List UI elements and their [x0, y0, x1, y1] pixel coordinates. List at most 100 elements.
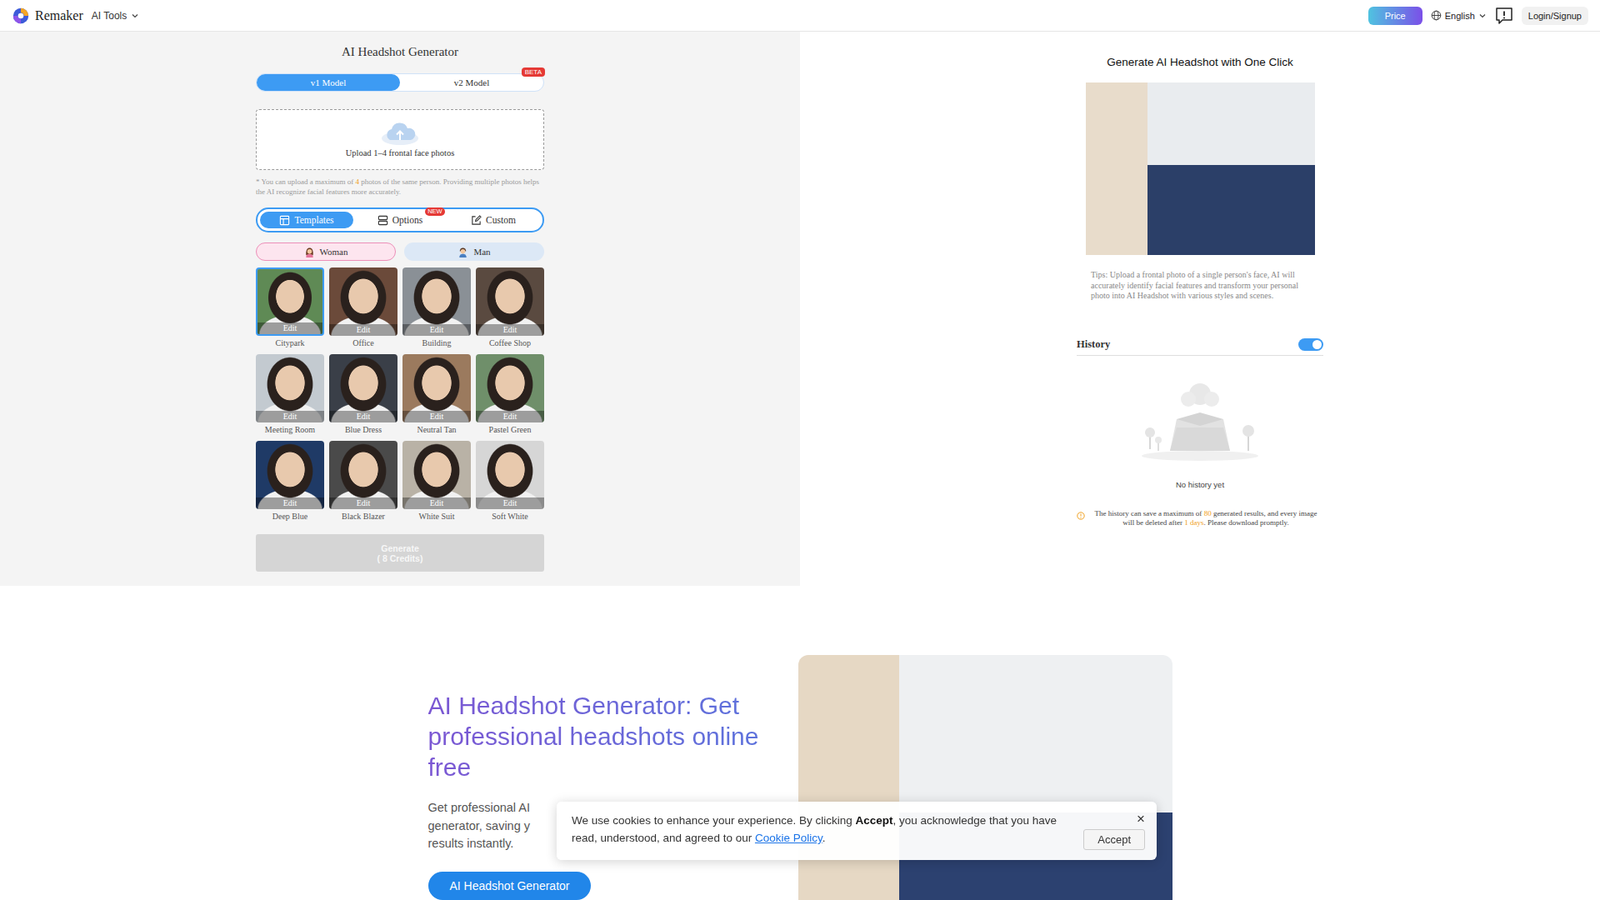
- upload-label: Upload 1–4 frontal face photos: [345, 148, 455, 158]
- generate-label: Generate: [380, 543, 420, 554]
- cookie-actions: × Accept: [1083, 811, 1145, 850]
- price-button[interactable]: Price: [1368, 6, 1423, 25]
- template-name: Coffee Shop: [489, 337, 531, 350]
- page: Remaker AI Tools Price English Login/Signup A…: [0, 0, 1600, 900]
- edit-label[interactable]: Edit: [257, 322, 323, 335]
- template-photo[interactable]: Edit: [255, 440, 325, 510]
- model-option[interactable]: v2 ModelBETA: [400, 74, 544, 91]
- edit-label[interactable]: Edit: [475, 497, 545, 510]
- template-card[interactable]: EditDeep Blue: [255, 440, 325, 523]
- template-card[interactable]: EditSoft White: [475, 440, 545, 523]
- cookie-text-part: .: [822, 831, 826, 845]
- remaker-logo-icon[interactable]: [11, 6, 30, 25]
- edit-label[interactable]: Edit: [475, 410, 545, 423]
- template-card[interactable]: EditNeutral Tan: [402, 354, 471, 436]
- edit-label[interactable]: Edit: [255, 410, 325, 423]
- template-card[interactable]: EditOffice: [329, 267, 398, 350]
- template-photo[interactable]: Edit: [402, 440, 471, 510]
- cookie-bold: Accept: [855, 814, 893, 827]
- template-photo[interactable]: Edit: [255, 354, 325, 423]
- tips-text: Tips: Upload a frontal photo of a single…: [1090, 270, 1310, 302]
- mode-tab[interactable]: Templates: [260, 211, 354, 229]
- model-label: v2 Model: [454, 77, 490, 88]
- template-name: Building: [421, 337, 451, 350]
- generator-area: AI Headshot Generatorv1 Modelv2 ModelBET…: [0, 31, 1600, 586]
- woman-icon: [304, 246, 315, 258]
- mode-label-wrap: OptionsNEW: [392, 215, 423, 225]
- edit-label[interactable]: Edit: [402, 497, 471, 510]
- cookie-accept-button[interactable]: Accept: [1083, 829, 1145, 850]
- template-photo[interactable]: Edit: [402, 267, 471, 336]
- note-text: The history can save a maximum of: [1094, 509, 1204, 518]
- template-card[interactable]: EditBuilding: [402, 267, 471, 350]
- edit-label[interactable]: Edit: [402, 324, 471, 336]
- cookie-close-button[interactable]: ×: [1136, 811, 1145, 826]
- no-history-text: No history yet: [1175, 480, 1225, 490]
- brand-name[interactable]: Remaker: [35, 8, 84, 24]
- edit-label[interactable]: Edit: [329, 497, 398, 510]
- template-card[interactable]: EditBlue Dress: [329, 354, 398, 436]
- preview-panel: Generate AI Headshot with One ClickTips:…: [800, 31, 1600, 586]
- generate-button[interactable]: Generate( 8 Credits): [255, 534, 545, 572]
- hero-text: AI Headshot Generator: Getprofessional h…: [428, 655, 795, 900]
- hero-title: AI Headshot Generator: Getprofessional h…: [428, 690, 760, 783]
- edit-label[interactable]: Edit: [475, 324, 545, 336]
- cookie-text-part: We use cookies to enhance your experienc…: [571, 814, 855, 827]
- hero-paragraph: Get professional AIgenerator, saving yre…: [428, 799, 531, 854]
- template-photo[interactable]: Edit: [329, 440, 398, 510]
- ai-tools-menu[interactable]: AI Tools: [91, 10, 140, 22]
- hero-text-line: results instantly.: [428, 835, 531, 854]
- nav-right: Price English Login/Signup: [1368, 6, 1589, 25]
- upload-dropzone[interactable]: Upload 1–4 frontal face photos: [255, 109, 545, 170]
- login-signup-button[interactable]: Login/Signup: [1521, 6, 1589, 25]
- template-card[interactable]: EditBlack Blazer: [329, 440, 398, 523]
- mode-tab[interactable]: Custom: [446, 211, 540, 229]
- top-nav: Remaker AI Tools Price English Login/Signup: [0, 0, 1600, 32]
- template-card[interactable]: EditPastel Green: [475, 354, 545, 436]
- new-badge: NEW: [425, 207, 445, 216]
- template-grid: EditCityparkEditOfficeEditBuildingEditCo…: [255, 267, 545, 523]
- hero-cta-button[interactable]: AI Headshot Generator: [428, 871, 592, 900]
- feedback-button[interactable]: [1495, 6, 1514, 25]
- history-title: History: [1076, 338, 1110, 351]
- template-photo[interactable]: Edit: [402, 354, 471, 423]
- gender-option[interactable]: Man: [404, 242, 545, 261]
- cloud-upload-icon: [378, 121, 422, 147]
- cookie-policy-link[interactable]: Cookie Policy: [755, 831, 823, 845]
- template-name: Soft White: [491, 510, 528, 523]
- feedback-icon: [1495, 6, 1514, 25]
- template-photo[interactable]: Edit: [329, 267, 398, 336]
- template-photo[interactable]: Edit: [255, 267, 325, 336]
- edit-label[interactable]: Edit: [329, 324, 398, 336]
- history-toggle[interactable]: [1298, 338, 1324, 351]
- hero-text-line: Get professional AI: [428, 799, 531, 818]
- template-name: Meeting Room: [265, 424, 315, 436]
- preview-image: [1085, 82, 1315, 255]
- edit-label[interactable]: Edit: [329, 410, 398, 423]
- cookie-text: We use cookies to enhance your experienc…: [571, 811, 1070, 850]
- template-card[interactable]: EditWhite Suit: [402, 440, 471, 523]
- hero-title-line: free: [428, 751, 760, 783]
- mode-tabs: Templates OptionsNEW Custom: [255, 207, 545, 233]
- history-note-text: The history can save a maximum of 80 gen…: [1088, 509, 1324, 529]
- model-option[interactable]: v1 Model: [256, 74, 400, 91]
- template-card[interactable]: EditCoffee Shop: [475, 267, 545, 350]
- template-photo[interactable]: Edit: [329, 354, 398, 423]
- mode-tab[interactable]: OptionsNEW: [353, 211, 447, 229]
- template-photo[interactable]: Edit: [475, 354, 545, 423]
- edit-label[interactable]: Edit: [402, 410, 471, 423]
- template-photo[interactable]: Edit: [475, 267, 545, 336]
- note-count: 4: [355, 177, 360, 186]
- language-selector[interactable]: English: [1430, 10, 1487, 21]
- template-card[interactable]: EditMeeting Room: [255, 354, 325, 436]
- template-card[interactable]: EditCitypark: [255, 267, 325, 350]
- upload-note: * You can upload a maximum of 4 photos o…: [255, 177, 545, 197]
- template-name: Neutral Tan: [416, 424, 456, 436]
- gender-option[interactable]: Woman: [255, 242, 396, 261]
- template-name: Blue Dress: [345, 424, 382, 436]
- gender-selector: Woman Man: [255, 242, 545, 261]
- edit-label[interactable]: Edit: [255, 497, 325, 510]
- template-name: Deep Blue: [272, 510, 309, 523]
- hero-title-line: professional headshots online: [428, 720, 760, 752]
- template-photo[interactable]: Edit: [475, 440, 545, 510]
